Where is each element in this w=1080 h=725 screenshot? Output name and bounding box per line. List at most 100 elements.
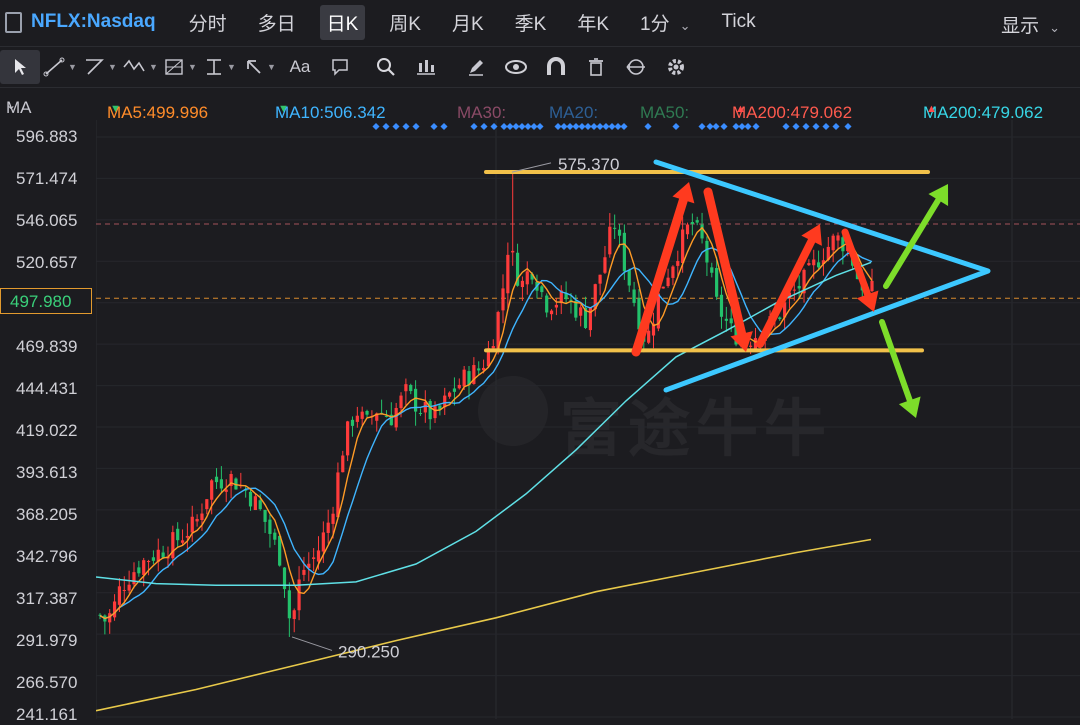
search-icon	[377, 58, 395, 76]
red-arrow-down-shaft	[841, 228, 872, 299]
candle-body	[690, 222, 694, 225]
candlestick-chart[interactable]: 575.370 290.250	[96, 120, 1080, 719]
price-line-tool[interactable]: ▼	[200, 50, 240, 84]
candle-body	[214, 476, 219, 483]
current-price-label: 497.980	[0, 288, 92, 314]
candle-body	[248, 491, 253, 507]
candle-body	[676, 261, 680, 266]
candle-body	[399, 395, 403, 409]
candle-body	[681, 229, 685, 263]
display-menu[interactable]: 显示 ⌄	[1001, 11, 1060, 38]
candle-body	[477, 368, 481, 371]
candle-body	[812, 259, 816, 266]
cursor-tool[interactable]	[0, 50, 40, 84]
tab-daily-k[interactable]: 日K	[319, 4, 366, 40]
candle-body	[200, 513, 204, 521]
candle-body	[511, 250, 515, 253]
note-tool[interactable]	[320, 50, 360, 84]
candle-body	[428, 401, 432, 420]
candle-body	[710, 267, 714, 273]
candle-body	[336, 472, 340, 518]
candle-body	[627, 270, 631, 286]
candle-body	[617, 229, 622, 236]
candle-body	[161, 552, 165, 558]
candle-body	[545, 295, 549, 313]
ma-long-cyan-line	[96, 261, 872, 586]
tab-weekly-k[interactable]: 周K	[382, 5, 428, 40]
candle-body	[647, 330, 651, 343]
caret-down-icon: ▼	[188, 62, 197, 72]
candle-body	[258, 500, 262, 510]
candle-body	[122, 590, 126, 592]
fib-icon	[165, 59, 183, 75]
candle-body	[273, 532, 277, 540]
candle-body	[608, 226, 612, 255]
pen-tool[interactable]	[456, 50, 496, 84]
tab-monthly-k[interactable]: 月K	[445, 5, 491, 40]
candle-body	[666, 277, 670, 287]
text-icon: Aa	[289, 57, 311, 76]
text-tool[interactable]: Aa	[280, 50, 320, 84]
magnet-icon	[547, 57, 565, 75]
gear-tool[interactable]	[656, 50, 696, 84]
signal-marker	[382, 122, 390, 131]
y-tick-label: 444.431	[16, 379, 78, 398]
signal-marker	[792, 122, 800, 131]
candle-body	[360, 411, 364, 419]
candle-body	[724, 318, 728, 321]
candle-body	[205, 499, 209, 510]
polyline-tool[interactable]: ▼	[80, 50, 120, 84]
candle-body	[146, 561, 151, 563]
candle-body	[312, 557, 316, 559]
signal-marker	[812, 122, 820, 131]
candle-body	[797, 285, 801, 289]
tab-tick[interactable]: Tick	[715, 7, 763, 37]
candle-body	[331, 513, 335, 524]
symbol-title[interactable]: NFLX:Nasdaq	[31, 11, 156, 33]
fib-tool[interactable]: ▼	[160, 50, 200, 84]
caret-down-icon: ▼	[68, 62, 77, 72]
trend-up-icon: ▲	[926, 103, 937, 115]
candle-body	[661, 286, 665, 289]
tab-1min[interactable]: 1分 ⌄	[633, 5, 697, 40]
candle-body	[287, 590, 291, 619]
low-annotation: 290.250	[338, 642, 399, 661]
magnet-tool[interactable]	[536, 50, 576, 84]
arrow-tool[interactable]: ▼	[240, 50, 280, 84]
candle-body	[816, 262, 821, 268]
red-arrow-down-shaft	[703, 187, 747, 340]
signal-marker	[412, 122, 420, 131]
sidebar-toggle-icon[interactable]	[5, 11, 22, 33]
candle-body	[409, 385, 413, 392]
eye-tool[interactable]	[496, 50, 536, 84]
tab-yearly-k[interactable]: 年K	[570, 5, 616, 40]
eye-icon	[505, 60, 527, 74]
wave-tool[interactable]: ▼	[120, 50, 160, 84]
candle-body	[603, 257, 607, 273]
sync-tool[interactable]	[616, 50, 656, 84]
candle-body	[346, 421, 350, 456]
signal-marker	[752, 122, 760, 131]
signal-marker	[480, 122, 488, 131]
tab-intraday[interactable]: 分时	[182, 5, 234, 40]
signal-marker	[832, 122, 840, 131]
price-axis: 596.883 571.474 546.065 520.657 497.980 …	[0, 120, 96, 724]
y-tick-label: 419.022	[16, 421, 78, 440]
signal-marker	[698, 122, 706, 131]
candle-body	[341, 455, 345, 473]
line-tool[interactable]: ▼	[40, 50, 80, 84]
candle-body	[705, 240, 709, 263]
tab-multiday[interactable]: 多日	[251, 5, 303, 40]
candle-body	[278, 535, 282, 566]
y-tick-label: 342.796	[16, 547, 78, 566]
chart-settings-tool[interactable]	[406, 50, 446, 84]
candle-body	[195, 518, 199, 522]
trash-tool[interactable]	[576, 50, 616, 84]
candle-body	[127, 584, 131, 591]
signal-marker	[712, 122, 720, 131]
candle-body	[176, 528, 180, 541]
low-annotation-leader	[291, 636, 333, 651]
search-tool[interactable]	[366, 50, 406, 84]
tab-quarterly-k[interactable]: 季K	[508, 5, 554, 40]
candle-body	[185, 535, 189, 538]
